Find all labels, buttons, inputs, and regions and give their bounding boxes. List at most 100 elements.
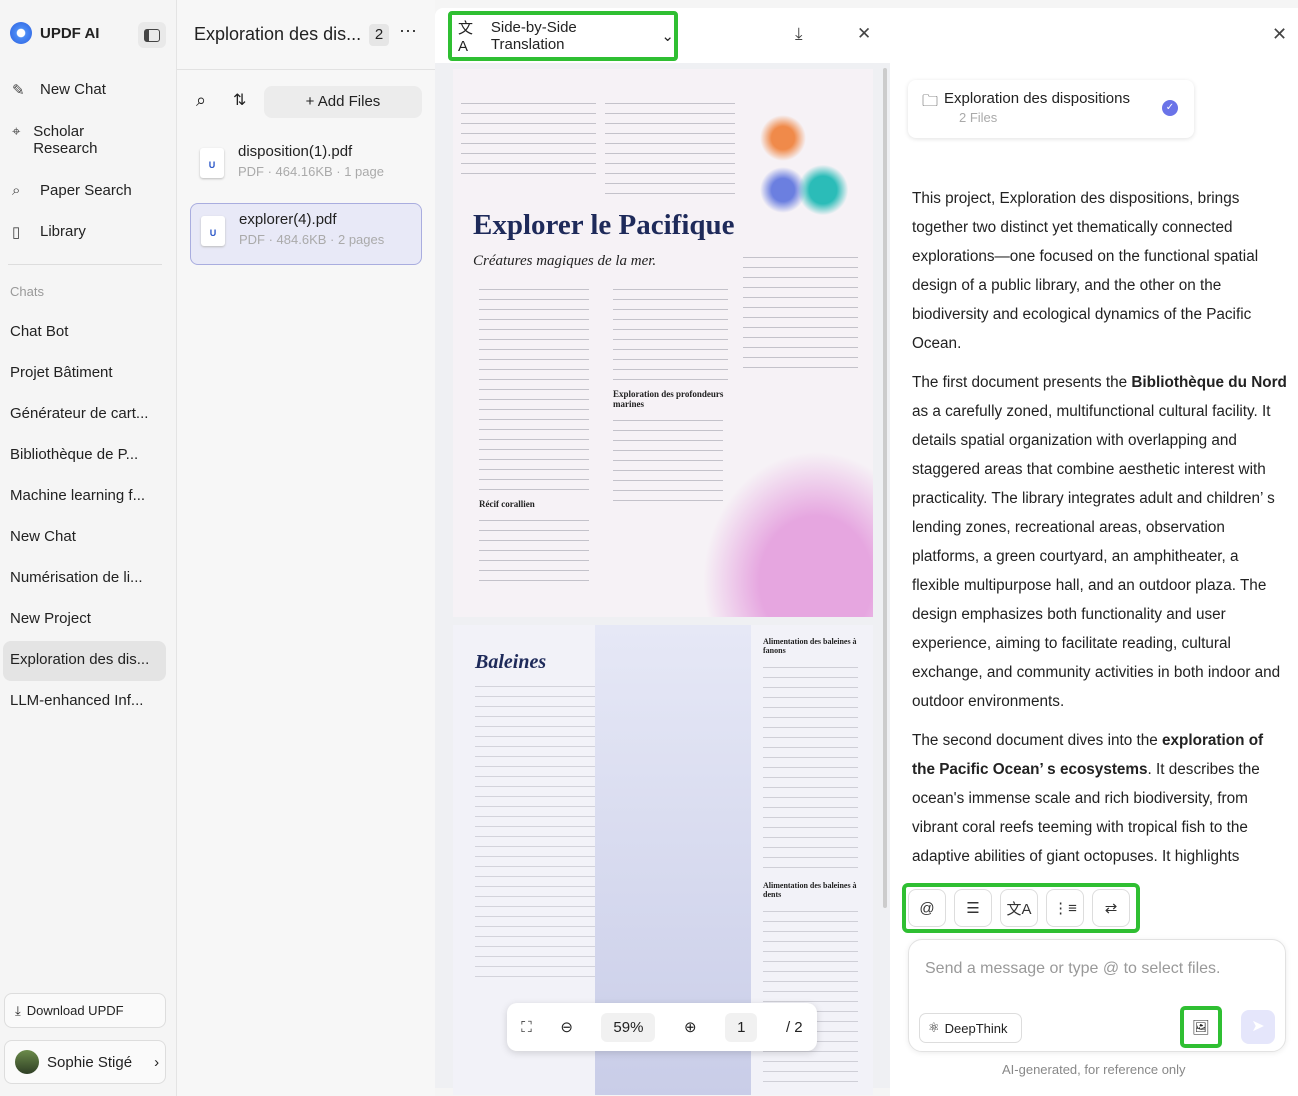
convert-icon[interactable]: ⇄ xyxy=(1092,889,1130,927)
text-block xyxy=(763,905,858,1085)
text-block xyxy=(461,97,596,182)
pdf-file-icon: U xyxy=(200,148,224,178)
collapse-sidebar-button[interactable] xyxy=(138,22,166,48)
chevron-down-icon: ⌄ xyxy=(661,28,674,45)
folder-icon: 🗀 xyxy=(922,93,939,110)
text-block xyxy=(743,251,858,371)
translation-mode-dropdown[interactable]: 文A Side-by-Side Translation ⌄ xyxy=(448,11,678,61)
page-total: / 2 xyxy=(785,1018,803,1036)
chat-item[interactable]: Bibliothèque de P... xyxy=(3,436,166,476)
pdf-heading: Exploration des profondeurs marines xyxy=(613,389,724,409)
pdf-title: Baleines xyxy=(475,651,547,673)
image-generate-button[interactable]: 🖼 xyxy=(1180,1006,1222,1048)
chat-item[interactable]: New Project xyxy=(3,600,166,640)
paper-search-icon: ⌕ xyxy=(12,182,21,199)
close-icon[interactable]: ✕ xyxy=(857,24,871,44)
pdf-viewer: 文A Side-by-Side Translation ⌄ ⤓ ✕ Explorer… xyxy=(435,8,890,1095)
check-icon: ✓ xyxy=(1162,100,1178,116)
telescope-icon: ⌖ xyxy=(12,123,21,140)
chat-item[interactable]: Chat Bot xyxy=(3,313,166,353)
chat-item[interactable]: New Chat xyxy=(3,518,166,558)
coral-illustration xyxy=(753,99,853,229)
user-profile-button[interactable]: Sophie Stigé › xyxy=(4,1040,166,1084)
divider xyxy=(8,264,162,265)
text-block xyxy=(475,680,595,980)
mind-map-icon[interactable]: ⋮≡ xyxy=(1046,889,1084,927)
search-icon[interactable]: ⌕ xyxy=(196,90,206,111)
file-name: disposition(1).pdf xyxy=(238,143,353,160)
chat-item[interactable]: Projet Bâtiment xyxy=(3,354,166,394)
nav-paper-search[interactable]: ⌕ Paper Search xyxy=(12,182,132,199)
card-subtitle: 2 Files xyxy=(959,110,998,125)
send-button[interactable]: ➤ xyxy=(1241,1010,1275,1044)
text-block xyxy=(479,283,589,493)
add-files-button[interactable]: + Add Files xyxy=(264,86,422,118)
chat-item[interactable]: Machine learning f... xyxy=(3,477,166,517)
download-label: Download UPDF xyxy=(26,1003,124,1018)
more-options-icon[interactable]: ··· xyxy=(399,20,417,41)
bold-text: Bibliothèque du Nord xyxy=(1131,374,1287,391)
download-updf-button[interactable]: ⤓ Download UPDF xyxy=(4,993,166,1028)
deepthink-button[interactable]: ⚛ DeepThink xyxy=(919,1013,1022,1043)
zoom-level[interactable]: 59% xyxy=(601,1012,656,1042)
file-item[interactable]: Udisposition(1).pdf PDF · 464.16KB · 1 pa… xyxy=(190,136,422,198)
file-meta: PDF · 464.16KB · 1 page xyxy=(238,164,384,179)
text: as a carefully zoned, multifunctional cu… xyxy=(912,403,1281,710)
page-number-input[interactable]: 1 xyxy=(725,1012,758,1042)
sidebar: UPDF AI ✎ New Chat ⌖ Scholar Research ⌕ Pap… xyxy=(0,0,177,1096)
pdf-heading: Récif corallien xyxy=(479,499,535,509)
disclaimer: AI-generated, for reference only xyxy=(1002,1062,1186,1077)
reef-fish-illustration xyxy=(683,429,873,617)
summarize-icon[interactable]: ☰ xyxy=(954,889,992,927)
chat-panel: ✕ 🗀 Exploration des dispositions 2 Files… xyxy=(890,8,1298,1096)
chevron-right-icon: › xyxy=(154,1053,160,1071)
text-block xyxy=(605,97,735,197)
mention-icon[interactable]: @ xyxy=(908,889,946,927)
zoom-in-icon[interactable]: ⊕ xyxy=(684,1018,697,1036)
response-paragraph: This project, Exploration des dispositio… xyxy=(912,190,1259,352)
chat-item-active[interactable]: Exploration des dis... xyxy=(3,641,166,681)
nav-new-chat[interactable]: ✎ New Chat xyxy=(12,81,106,99)
response-paragraph: The second document dives into the explo… xyxy=(912,726,1287,871)
zoom-out-icon[interactable]: ⊖ xyxy=(560,1018,573,1036)
image-sparkle-icon: 🖼 xyxy=(1192,1018,1210,1035)
text-block xyxy=(763,661,858,871)
response-paragraph: The first document presents the Biblioth… xyxy=(912,368,1287,716)
fit-page-icon[interactable]: ⛶ xyxy=(521,1019,532,1036)
pdf-subtitle: Créatures magiques de la mer. xyxy=(473,253,657,269)
zoom-toolbar: ⛶ ⊖ 59% ⊕ 1 / 2 xyxy=(507,1003,817,1051)
scrollbar[interactable] xyxy=(883,68,887,908)
pdf-heading: Alimentation des baleines à dents xyxy=(763,881,857,899)
library-icon: ▯ xyxy=(12,224,21,241)
ai-response: This project, Exploration des dispositio… xyxy=(912,184,1287,881)
sort-icon[interactable]: ⇅ xyxy=(233,90,246,110)
close-icon[interactable]: ✕ xyxy=(1272,24,1287,45)
project-card[interactable]: 🗀 Exploration des dispositions 2 Files ✓ xyxy=(908,80,1194,138)
chat-item[interactable]: LLM-enhanced Inf... xyxy=(3,682,166,722)
nav-label: Library xyxy=(40,223,86,240)
file-item-selected[interactable]: Uexplorer(4).pdf PDF · 484.6KB · 2 pages xyxy=(190,203,422,265)
mode-label: Side-by-Side Translation xyxy=(490,19,577,53)
divider xyxy=(177,69,435,70)
updf-logo-icon xyxy=(10,22,32,44)
nav-library[interactable]: ▯ Library xyxy=(12,223,86,241)
chat-item[interactable]: Numérisation de li... xyxy=(3,559,166,599)
nav-scholar-research[interactable]: ⌖ Scholar Research xyxy=(12,123,112,157)
file-panel: Exploration des dis... 2 ··· ⌕ ⇅ + Add F… xyxy=(177,0,435,1096)
pdf-page-1: Explorer le Pacifique Créatures magiques… xyxy=(453,69,873,617)
nav-label: Scholar Research xyxy=(33,123,98,157)
user-name: Sophie Stigé xyxy=(47,1053,133,1071)
message-input[interactable]: Send a message or type @ to select files… xyxy=(908,939,1286,1052)
text: The first document presents the xyxy=(912,374,1132,391)
translate-icon[interactable]: 文A xyxy=(1000,889,1038,927)
chat-item[interactable]: Générateur de cart... xyxy=(3,395,166,435)
download-icon[interactable]: ⤓ xyxy=(795,24,803,44)
text-block xyxy=(613,283,728,383)
download-icon: ⤓ xyxy=(15,1002,21,1018)
nav-label: Paper Search xyxy=(40,182,132,199)
edit-icon: ✎ xyxy=(12,82,25,99)
avatar xyxy=(15,1050,39,1074)
pdf-title: Explorer le Pacifique xyxy=(473,209,735,241)
quick-tools: @ ☰ 文A ⋮≡ ⇄ xyxy=(902,883,1140,933)
text-block xyxy=(479,514,589,589)
